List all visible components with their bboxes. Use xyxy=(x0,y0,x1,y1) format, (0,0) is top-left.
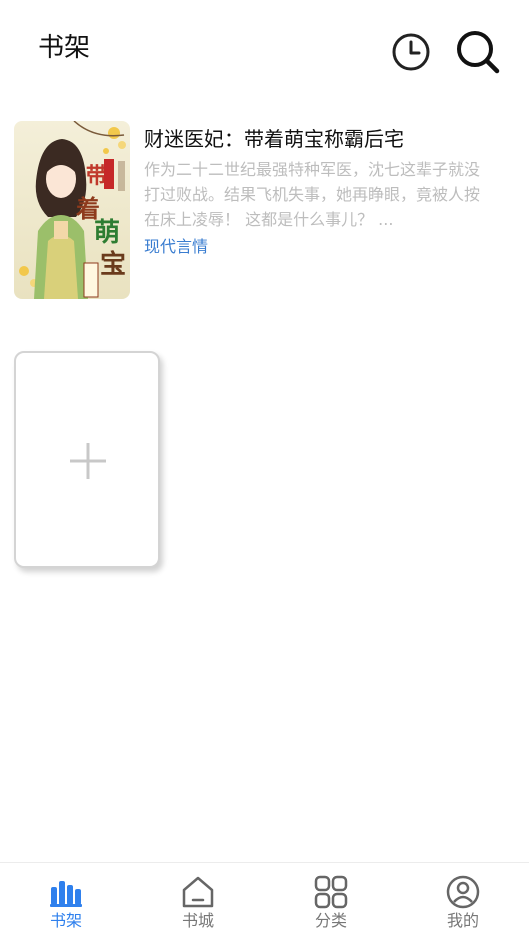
svg-text:宝: 宝 xyxy=(100,249,126,280)
book-description: 作为二十二世纪最强特种军医，沈七这辈子就没打过败战。结果飞机失事，她再睁眼，竟被… xyxy=(144,160,481,229)
profile-icon xyxy=(446,875,480,909)
book-title: 财迷医妃：带着萌宝称霸后宅 xyxy=(144,127,404,151)
tab-label: 我的 xyxy=(446,911,479,930)
bottom-tab-bar: 书架 书城 分类 我的 xyxy=(0,862,529,942)
home-icon xyxy=(182,876,214,908)
history-button[interactable] xyxy=(391,32,431,72)
plus-icon xyxy=(70,443,106,479)
tab-label: 分类 xyxy=(314,911,347,930)
tab-label: 书城 xyxy=(181,911,214,930)
tab-bookstore[interactable]: 书城 xyxy=(132,863,264,942)
book-item[interactable]: 带 着 萌 宝 财迷医妃：带着萌宝称霸后宅 作为二十二世纪最强特种军医，沈七这辈… xyxy=(14,121,514,301)
tab-mine[interactable]: 我的 xyxy=(397,863,529,942)
grid-icon xyxy=(314,875,348,909)
search-button[interactable] xyxy=(455,29,501,75)
book-cover: 带 着 萌 宝 xyxy=(14,121,130,299)
top-bar: 书架 xyxy=(0,0,529,100)
svg-text:萌: 萌 xyxy=(94,218,120,248)
tab-label: 书架 xyxy=(49,911,82,930)
tab-category[interactable]: 分类 xyxy=(265,863,397,942)
search-icon xyxy=(457,31,500,74)
book-category: 现代言情 xyxy=(144,237,209,256)
clock-icon xyxy=(392,33,430,71)
bookshelf-icon xyxy=(50,881,82,907)
page-title: 书架 xyxy=(38,33,91,63)
tab-bookshelf[interactable]: 书架 xyxy=(0,863,132,942)
add-book-button[interactable] xyxy=(14,351,160,568)
